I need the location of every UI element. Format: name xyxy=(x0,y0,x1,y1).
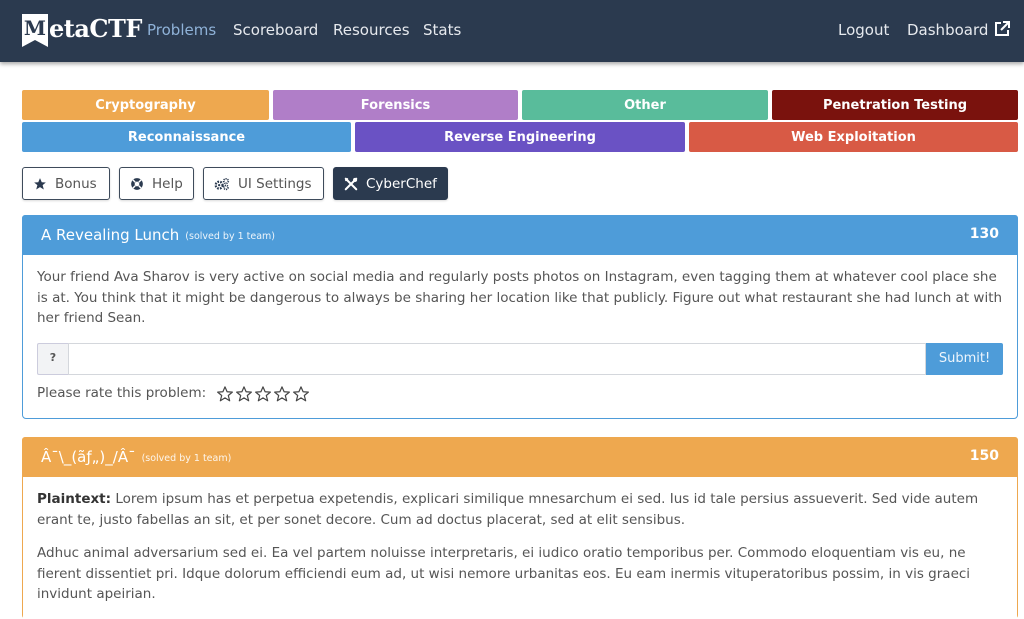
logo-initial: M xyxy=(24,16,46,40)
external-link-icon[interactable] xyxy=(994,21,1010,37)
category-forensics[interactable]: Forensics xyxy=(273,90,518,120)
problem-title: A Revealing Lunch xyxy=(41,226,180,244)
cyberchef-button[interactable]: CyberChef xyxy=(333,167,448,200)
metactf-logo[interactable]: M etaCTF xyxy=(22,14,142,47)
star-icon xyxy=(34,177,46,190)
answer-addon: ? xyxy=(37,342,68,375)
category-cryptography[interactable]: Cryptography xyxy=(22,90,269,120)
nav-dashboard[interactable]: Dashboard xyxy=(907,20,988,40)
category-reverse-engineering[interactable]: Reverse Engineering xyxy=(355,122,685,152)
cyberchef-label: CyberChef xyxy=(366,175,437,192)
solved-count: (solved by 1 team) xyxy=(141,452,232,464)
star-outline-icon[interactable] xyxy=(216,385,234,403)
star-outline-icon[interactable] xyxy=(273,385,291,403)
problem-points: 130 xyxy=(969,226,999,242)
problem-description: Your friend Ava Sharov is very active on… xyxy=(37,269,1003,326)
star-outline-icon[interactable] xyxy=(254,385,272,403)
problem-header[interactable]: Â¯\_(ãƒ„)_/Â¯ (solved by 1 team) 150 xyxy=(22,437,1018,477)
category-web-exploitation[interactable]: Web Exploitation xyxy=(689,122,1018,152)
help-button[interactable]: Help xyxy=(119,167,194,200)
nav-logout[interactable]: Logout xyxy=(838,20,889,40)
star-outline-icon[interactable] xyxy=(235,385,253,403)
rating-label: Please rate this problem: xyxy=(37,385,207,402)
solved-count: (solved by 1 team) xyxy=(185,230,276,242)
nav-problems[interactable]: Problems xyxy=(147,20,216,40)
plaintext-label: Plaintext: xyxy=(37,491,112,507)
ui-settings-button[interactable]: UI Settings xyxy=(203,167,324,200)
rating-row: Please rate this problem: xyxy=(37,384,1003,404)
nav-scoreboard[interactable]: Scoreboard xyxy=(233,20,318,40)
top-navbar: M etaCTF Problems Scoreboard Resources S… xyxy=(0,0,1024,62)
category-reconnaissance[interactable]: Reconnaissance xyxy=(22,122,351,152)
problem-paragraph: Adhuc animal adversarium sed ei. Ea vel … xyxy=(37,545,971,602)
problem-title: Â¯\_(ãƒ„)_/Â¯ xyxy=(41,448,136,466)
rating-stars xyxy=(216,385,310,403)
bonus-button[interactable]: Bonus xyxy=(22,167,110,200)
plaintext-text: Lorem ipsum has et perpetua expetendis, … xyxy=(37,491,979,528)
submit-button[interactable]: Submit! xyxy=(926,342,1003,375)
star-outline-icon[interactable] xyxy=(292,385,310,403)
answer-form: ? Submit! xyxy=(37,342,1003,375)
problem-points: 150 xyxy=(969,448,999,464)
category-other[interactable]: Other xyxy=(522,90,768,120)
problem-body: Your friend Ava Sharov is very active on… xyxy=(23,255,1017,414)
category-penetration-testing[interactable]: Penetration Testing xyxy=(772,90,1018,120)
problem-card: A Revealing Lunch (solved by 1 team) 130… xyxy=(22,215,1018,419)
logo-wordmark: etaCTF xyxy=(49,14,142,43)
life-ring-icon xyxy=(131,177,143,190)
bonus-label: Bonus xyxy=(55,175,97,192)
problem-header[interactable]: A Revealing Lunch (solved by 1 team) 130 xyxy=(22,215,1018,255)
help-label: Help xyxy=(152,175,183,192)
ui-settings-label: UI Settings xyxy=(238,175,312,192)
nav-stats[interactable]: Stats xyxy=(423,20,461,40)
problem-body: Plaintext: Lorem ipsum has et perpetua e… xyxy=(23,477,1017,619)
tools-icon xyxy=(344,177,358,190)
answer-input[interactable] xyxy=(68,342,926,375)
nav-resources[interactable]: Resources xyxy=(333,20,410,40)
gears-icon xyxy=(214,177,230,190)
logo-bookmark-badge: M xyxy=(22,14,48,47)
problem-card: Â¯\_(ãƒ„)_/Â¯ (solved by 1 team) 150 Pla… xyxy=(22,437,1018,619)
problem-paragraph: Plaintext: Lorem ipsum has et perpetua e… xyxy=(37,489,1003,530)
